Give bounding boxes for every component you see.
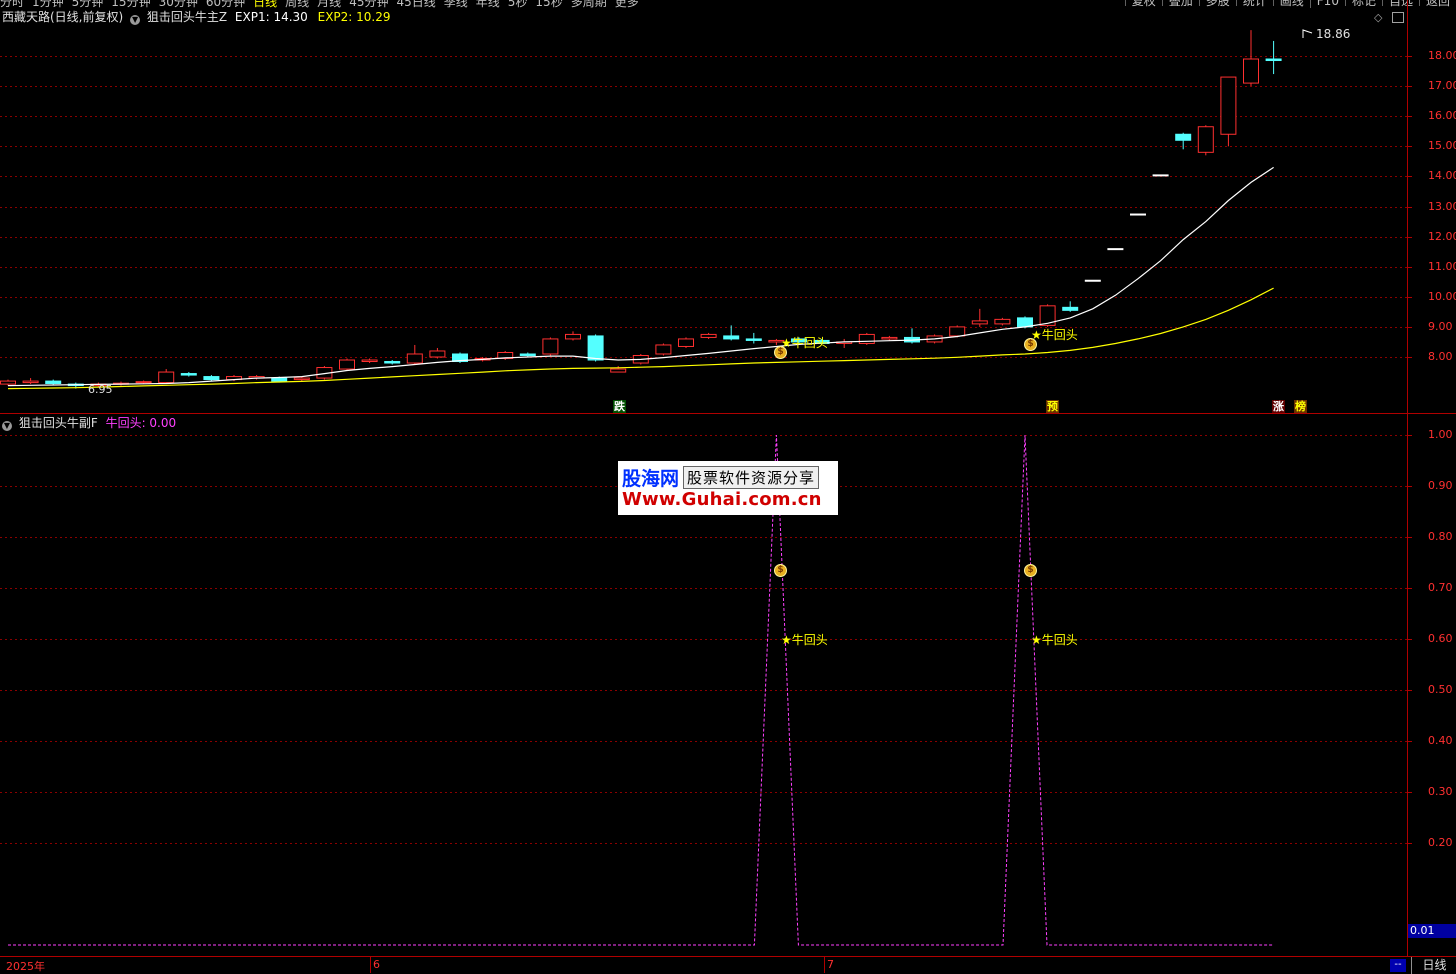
tag-bang: 榜 [1294, 400, 1307, 413]
price-axis-label: 11.00 [1428, 259, 1456, 273]
price-axis-label: 10.00 [1428, 289, 1456, 303]
candle [1265, 40, 1282, 75]
candle [361, 358, 378, 364]
watermark: 股海网 股票软件资源分享 Www.Guhai.com.cn [618, 461, 838, 515]
candle [836, 338, 853, 348]
candle [655, 343, 672, 356]
signal-niu-huitou: ★牛回头 [781, 633, 828, 647]
candle [406, 344, 423, 365]
candle [429, 347, 446, 359]
current-value-badge: 0.01 [1408, 924, 1456, 938]
candle [858, 332, 875, 345]
candle [384, 360, 401, 365]
date-axis-bar: 2025年 6 7 -- 日线 [0, 956, 1456, 974]
price-axis-label: 15.00 [1428, 138, 1456, 152]
sub-axis-label: 0.50 [1428, 682, 1453, 696]
money-bag-icon: $ [774, 564, 787, 577]
exp1-line [7, 166, 1274, 387]
tag-yu: 预 [1046, 400, 1059, 413]
candlestick-series [0, 30, 1282, 389]
tag-zhang: 涨 [1272, 400, 1285, 413]
sub-axis-label: 1.00 [1428, 427, 1453, 441]
sub-axis-label: 0.70 [1428, 580, 1453, 594]
price-axis-label: 14.00 [1428, 168, 1456, 182]
sub-axis-label: 0.80 [1428, 529, 1453, 543]
price-axis-label: 9.00 [1428, 319, 1453, 333]
candle [1175, 132, 1192, 150]
price-axis-label: 16.00 [1428, 108, 1456, 122]
candle [22, 378, 39, 385]
sub-axis-label: 0.60 [1428, 631, 1453, 645]
price-axis-label: 8.00 [1428, 349, 1453, 363]
price-axis-label: 13.00 [1428, 199, 1456, 213]
date-label-june: 6 [373, 958, 380, 971]
candle [1243, 30, 1259, 87]
candle [0, 379, 16, 386]
candle [542, 337, 559, 356]
candle [1197, 125, 1214, 156]
signal-niu-huitou: ★牛回头 [1031, 633, 1078, 647]
price-axis-label: 17.00 [1428, 78, 1456, 92]
candle [1220, 76, 1237, 147]
high-price-pointer [1302, 29, 1313, 38]
candle [1152, 174, 1169, 177]
candle [678, 337, 694, 348]
exp2-line [7, 287, 1274, 390]
candle [881, 335, 898, 341]
date-label-year: 2025年 [6, 960, 45, 973]
high-price-label: 18.86 [1316, 27, 1351, 41]
sub-axis-label: 0.40 [1428, 733, 1453, 747]
price-axis-label: 12.00 [1428, 229, 1456, 243]
sub-axis-label: 0.90 [1428, 478, 1453, 492]
candle [745, 332, 762, 344]
candle [565, 331, 581, 341]
candle [180, 372, 197, 377]
candle [339, 358, 355, 371]
watermark-subtitle: 股票软件资源分享 [683, 466, 820, 489]
money-bag-icon: $ [1024, 564, 1037, 577]
candle [1084, 279, 1101, 282]
tag-die: 跌 [613, 400, 626, 413]
watermark-logo: 股海网 [622, 468, 680, 490]
candle [158, 369, 175, 384]
date-label-july: 7 [827, 958, 834, 971]
scroll-button[interactable]: -- [1390, 959, 1406, 972]
signal-niu-huitou: ★牛回头 [1031, 328, 1078, 342]
candle [1062, 301, 1079, 312]
candle [610, 366, 627, 373]
candle [700, 332, 717, 339]
candle [994, 317, 1011, 326]
low-price-label: 6.95 [88, 383, 113, 396]
watermark-url: Www.Guhai.com.cn [622, 489, 822, 510]
candle [904, 328, 920, 344]
candle [45, 379, 62, 385]
candle [1130, 213, 1146, 216]
signal-niu-huitou: ★牛回头 [781, 336, 828, 350]
sub-axis-label: 0.20 [1428, 835, 1453, 849]
period-button[interactable]: 日线 [1411, 957, 1456, 974]
main-grid [0, 56, 1412, 358]
sub-axis-label: 0.30 [1428, 784, 1453, 798]
price-axis-label: 18.00 [1428, 48, 1456, 62]
candle [1107, 248, 1124, 251]
candle [971, 308, 988, 327]
